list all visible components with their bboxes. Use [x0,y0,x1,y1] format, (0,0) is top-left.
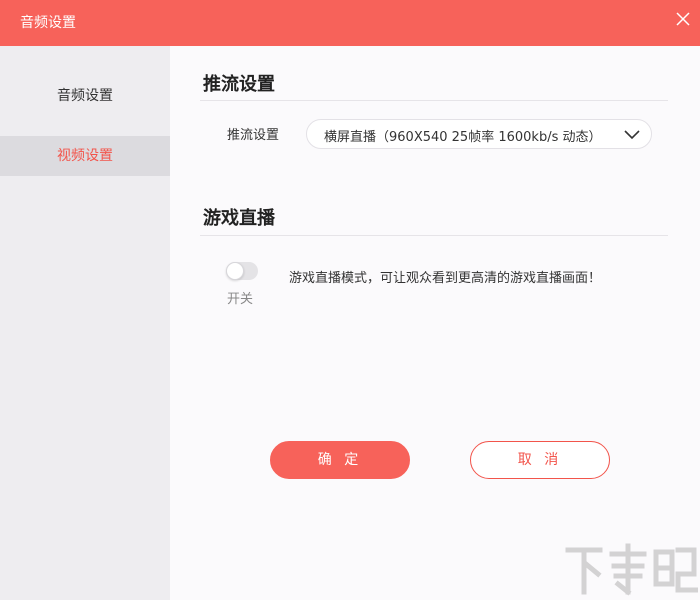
settings-panel: 推流设置 推流设置 横屏直播（960X540 25帧率 1600kb/s 动态）… [170,46,700,600]
confirm-button[interactable]: 确 定 [270,441,410,479]
sidebar: 音频设置 视频设置 [0,46,170,600]
watermark-logo [565,543,698,596]
stream-quality-value: 横屏直播（960X540 25帧率 1600kb/s 动态） [324,130,602,145]
stream-setting-label: 推流设置 [227,128,280,143]
stream-section-title: 推流设置 [203,74,275,95]
sidebar-item-audio-settings[interactable]: 音频设置 [0,76,170,116]
window-title: 音频设置 [20,15,76,31]
chevron-down-icon [624,130,640,140]
close-icon [676,12,690,26]
cancel-button[interactable]: 取 消 [470,441,610,479]
section-divider [200,235,668,236]
sidebar-item-label: 音频设置 [57,88,113,104]
title-bar: 音频设置 [0,0,700,46]
toggle-label: 开关 [227,292,254,307]
sidebar-item-video-settings[interactable]: 视频设置 [0,136,170,176]
game-mode-description: 游戏直播模式，可让观众看到更高清的游戏直播画面！ [289,271,602,286]
close-button[interactable] [668,6,698,32]
sidebar-item-label: 视频设置 [57,148,113,164]
section-divider [200,100,668,101]
stream-quality-dropdown[interactable]: 横屏直播（960X540 25帧率 1600kb/s 动态） [306,119,652,149]
game-section-title: 游戏直播 [203,208,275,229]
toggle-knob [226,262,244,280]
game-mode-toggle[interactable] [226,262,258,280]
